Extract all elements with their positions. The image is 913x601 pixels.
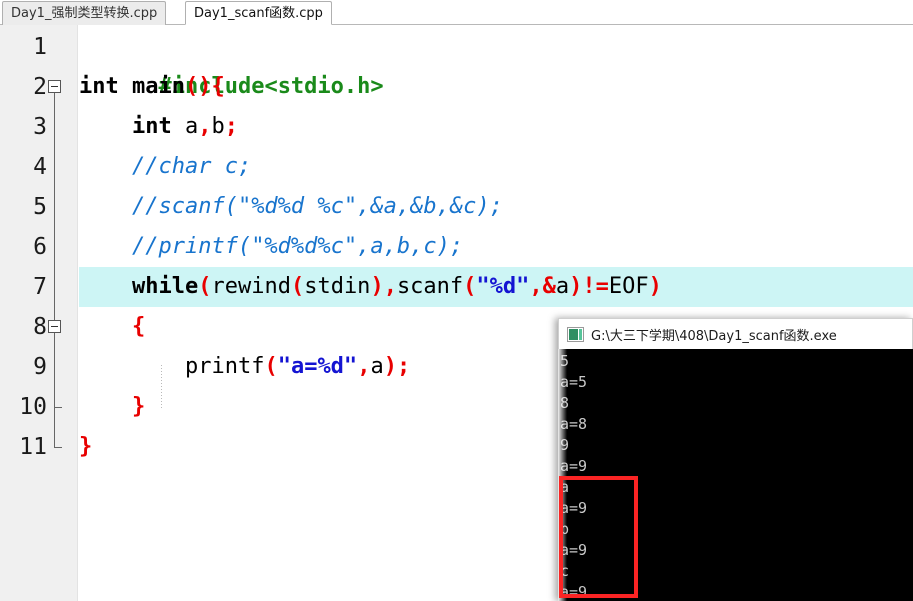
token-not-equal: != <box>582 274 609 299</box>
token-function-scanf: scanf <box>397 274 463 299</box>
console-output-line: 5 <box>560 351 913 372</box>
token-comma: , <box>384 274 397 299</box>
line-number: 4 <box>7 147 47 187</box>
token-function-rewind: rewind <box>211 274 290 299</box>
token-keyword-int: int <box>132 114 172 139</box>
code-line-4: //char c; <box>79 147 913 187</box>
code-line-2: int main(){ <box>79 67 913 107</box>
code-line-7: while(rewind(stdin),scanf("%d",&a)!=EOF) <box>79 267 913 307</box>
code-line-3: int a,b; <box>79 107 913 147</box>
line-number: 5 <box>7 187 47 227</box>
console-title-bar[interactable]: G:\大三下学期\408\Day1_scanf函数.exe <box>558 318 913 349</box>
console-output-line: a=5 <box>560 372 913 393</box>
console-output-line: a=8 <box>560 414 913 435</box>
fold-toggle-line-2[interactable] <box>48 80 61 93</box>
token-stdin: stdin <box>304 274 370 299</box>
line-number: 10 <box>7 387 47 427</box>
code-line-5: //scanf("%d%d %c",&a,&b,&c); <box>79 187 913 227</box>
console-output-line: 9 <box>560 435 913 456</box>
fold-guide-while <box>54 333 55 448</box>
token-string-format: "a=%d" <box>278 354 357 379</box>
token-function-main: main <box>119 74 185 99</box>
tab-label: Day1_强制类型转换.cpp <box>11 6 157 21</box>
token-paren-open: ( <box>463 274 476 299</box>
token-function-printf: printf <box>185 354 264 379</box>
console-title-text: G:\大三下学期\408\Day1_scanf函数.exe <box>591 325 837 344</box>
token-var-b: b <box>211 114 224 139</box>
line-number: 2 <box>7 67 47 107</box>
console-window-icon <box>567 327 584 342</box>
console-output-line: a=9 <box>560 498 913 519</box>
line-number: 3 <box>7 107 47 147</box>
console-output-line: a <box>560 477 913 498</box>
fold-tick-line-10 <box>54 407 62 408</box>
token-comment: //scanf("%d%d %c",&a,&b,&c); <box>132 194 503 219</box>
code-line-6: //printf("%d%d%c",a,b,c); <box>79 227 913 267</box>
line-number: 6 <box>7 227 47 267</box>
tab-label: Day1_scanf函数.cpp <box>194 6 323 21</box>
token-address-of: & <box>543 274 556 299</box>
token-paren-close: ) <box>649 274 662 299</box>
token-paren-open: ( <box>198 274 211 299</box>
token-var-a: a <box>172 114 199 139</box>
token-comment: //char c; <box>132 154 251 179</box>
line-number: 1 <box>7 27 47 67</box>
console-output-area[interactable]: 5 a=5 8 a=8 9 a=9 a a=9 b a=9 c a=9 <box>558 349 913 601</box>
fold-guide-main <box>54 93 55 348</box>
token-brace-close: } <box>132 394 145 419</box>
console-output-line: 8 <box>560 393 913 414</box>
console-output-line: a=9 <box>560 456 913 477</box>
token-string-format: "%d" <box>476 274 529 299</box>
token-comment: //printf("%d%d%c",a,b,c); <box>132 234 463 259</box>
line-number: 8 <box>7 307 47 347</box>
token-var-a: a <box>556 274 569 299</box>
token-eof: EOF <box>609 274 649 299</box>
token-comma: , <box>529 274 542 299</box>
token-semicolon: ; <box>397 354 410 379</box>
console-window[interactable]: G:\大三下学期\408\Day1_scanf函数.exe 5 a=5 8 a=… <box>558 318 913 601</box>
token-comma: , <box>357 354 370 379</box>
token-paren-close: ) <box>370 274 383 299</box>
fold-tick-line-11 <box>54 447 62 448</box>
tab-day1-scanf[interactable]: Day1_scanf函数.cpp <box>185 1 332 25</box>
token-var-a: a <box>370 354 383 379</box>
console-output-line: a=9 <box>560 540 913 561</box>
token-paren-close: ) <box>384 354 397 379</box>
console-output-line: b <box>560 519 913 540</box>
line-number: 9 <box>7 347 47 387</box>
line-number: 7 <box>7 267 47 307</box>
token-brace-close: } <box>79 434 92 459</box>
tab-day1-cast[interactable]: Day1_强制类型转换.cpp <box>2 1 166 25</box>
line-number: 11 <box>7 427 47 467</box>
token-keyword-int: int <box>79 74 119 99</box>
token-keyword-while: while <box>132 274 198 299</box>
editor-tab-bar: Day1_强制类型转换.cpp Day1_scanf函数.cpp <box>0 0 913 25</box>
token-brace-open: { <box>132 314 145 339</box>
line-number-gutter: 1 2 3 4 5 6 7 8 9 10 11 <box>0 25 78 601</box>
fold-toggle-line-8[interactable] <box>48 320 61 333</box>
code-line-1: #include<stdio.h> <box>79 27 913 67</box>
console-output-line: c <box>560 561 913 582</box>
console-output-line: a=9 <box>560 582 913 601</box>
token-paren-open: ( <box>291 274 304 299</box>
token-comma: , <box>198 114 211 139</box>
token-semicolon: ; <box>225 114 238 139</box>
token-paren-open: ( <box>264 354 277 379</box>
token-paren-close: ) <box>569 274 582 299</box>
token-parens-brace: (){ <box>185 74 225 99</box>
